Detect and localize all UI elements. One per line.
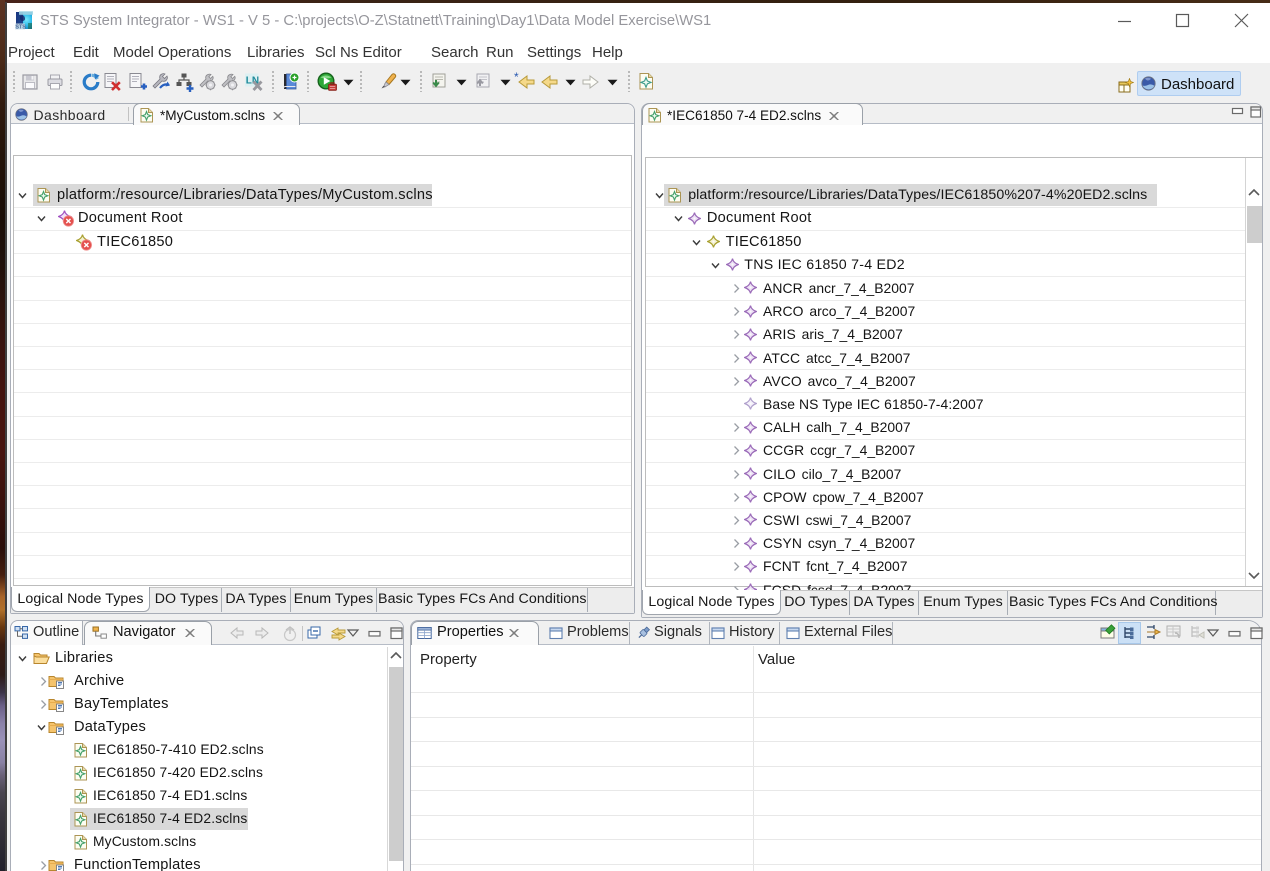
svg-text:STS: STS (15, 25, 26, 31)
svg-text:*: * (514, 72, 519, 84)
